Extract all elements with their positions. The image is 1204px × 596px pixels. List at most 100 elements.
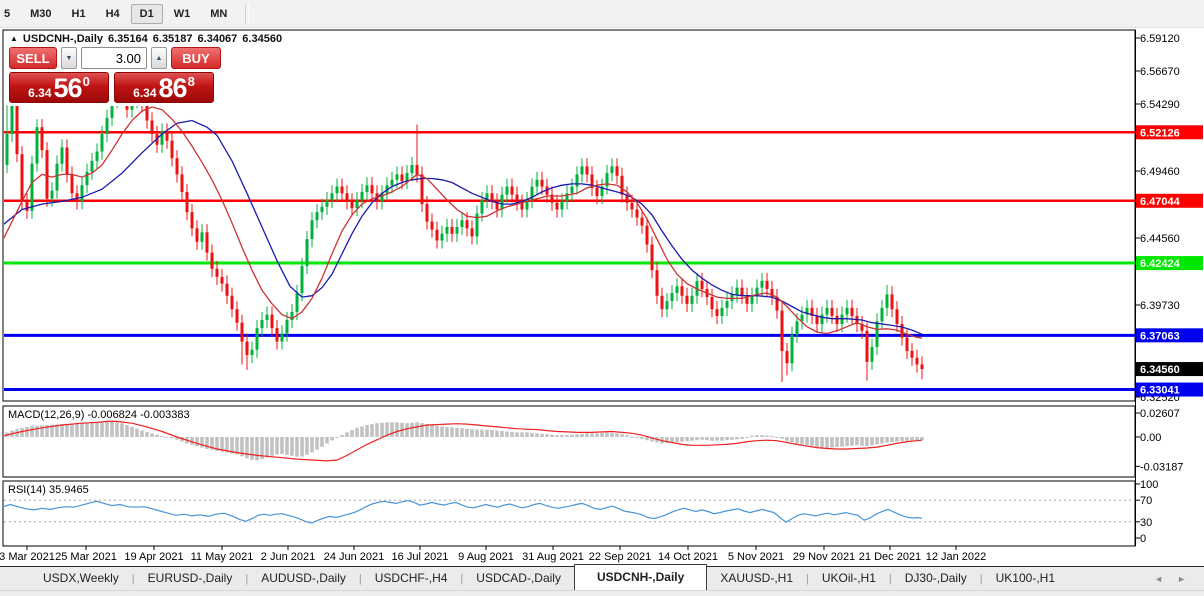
candle-body [560, 201, 564, 210]
buy-button[interactable]: BUY [171, 47, 221, 69]
tab-ukoil-h1[interactable]: UKOil-,H1 [809, 567, 889, 590]
candle-body [825, 307, 829, 315]
candle-body [400, 174, 404, 182]
candle-body [255, 328, 259, 350]
price-tick-label: 6.49460 [1140, 166, 1180, 178]
candle-body [415, 164, 419, 175]
volume-increase-button[interactable]: ▲ [151, 47, 167, 69]
candle-body [640, 217, 644, 226]
tab-uk100-h1[interactable]: UK100-,H1 [983, 567, 1068, 590]
candle-body [610, 166, 614, 174]
chart-window: 6.59120 6.56670 6.54290 6.49460 6.44560 6.397… [0, 28, 1204, 566]
candle-body [570, 186, 574, 194]
candle-body [710, 297, 714, 310]
candle-body [845, 307, 849, 315]
candle-body [480, 200, 484, 214]
timeframe-h4-button[interactable]: H4 [97, 4, 129, 24]
candle-body [630, 202, 634, 210]
volume-decrease-button[interactable]: ▼ [61, 47, 77, 69]
svg-text:30: 30 [1140, 517, 1152, 529]
candle-body [815, 315, 819, 325]
candle-body [660, 295, 664, 310]
timeframe-w1-button[interactable]: W1 [165, 4, 200, 24]
tab-eurusd-daily[interactable]: EURUSD-,Daily [135, 567, 246, 590]
candle-body [335, 186, 339, 194]
candle-body [95, 151, 99, 161]
date-label: 25 Mar 2021 [55, 551, 117, 563]
candle-body [760, 280, 764, 288]
candle-body [715, 309, 719, 316]
candle-body [830, 307, 834, 316]
ohlc-close: 6.34560 [242, 33, 283, 45]
buy-price-display[interactable]: 6.34 86 8 [114, 72, 214, 103]
timeframe-m30-button[interactable]: M30 [21, 4, 60, 24]
candle-body [305, 239, 309, 267]
candle-body [500, 194, 504, 210]
macd-label: MACD(12,26,9) -0.006824 -0.003383 [8, 409, 190, 421]
timeframe-mn-button[interactable]: MN [201, 4, 236, 24]
candle-body [405, 173, 409, 182]
candle-body [915, 357, 919, 365]
status-strip [0, 590, 1204, 596]
date-label: 2 Jun 2021 [261, 551, 315, 563]
candle-body [320, 206, 324, 213]
toolbar-separator [245, 3, 250, 24]
candle-body [220, 276, 224, 284]
candle-body [900, 324, 904, 338]
svg-text:6.47044: 6.47044 [1140, 196, 1181, 208]
svg-text:6.52126: 6.52126 [1140, 127, 1180, 139]
timeframe-5-button[interactable]: 5 [0, 4, 19, 24]
sell-button[interactable]: SELL [9, 47, 57, 69]
svg-text:70: 70 [1140, 495, 1152, 507]
candle-body [180, 174, 184, 192]
candle-body [460, 220, 464, 227]
tab-dj30-daily[interactable]: DJ30-,Daily [892, 567, 980, 590]
candle-body [880, 307, 884, 322]
candle-body [720, 307, 724, 316]
candle-body [165, 131, 169, 141]
tab-usdx-weekly[interactable]: USDX,Weekly [30, 567, 132, 590]
price-tick-label: 6.59120 [1140, 33, 1180, 45]
candle-body [35, 127, 39, 164]
candle-body [185, 191, 189, 213]
candle-body [250, 349, 254, 356]
volume-input[interactable] [81, 47, 147, 69]
candle-body [205, 232, 209, 253]
price-tick-label: 6.39730 [1140, 300, 1180, 312]
date-label: 22 Sep 2021 [589, 551, 651, 563]
chart-canvas[interactable]: 6.59120 6.56670 6.54290 6.49460 6.44560 6.397… [0, 28, 1204, 566]
candle-body [440, 233, 444, 241]
candle-body [690, 295, 694, 304]
candle-body [345, 193, 349, 202]
candle-body [785, 351, 789, 364]
sell-price-display[interactable]: 6.34 56 0 [9, 72, 109, 103]
candle-body [280, 333, 284, 342]
date-label: 5 Nov 2021 [728, 551, 784, 563]
price-level-label: 6.47044 [1136, 193, 1203, 208]
candle-body [360, 191, 364, 201]
buy-price-pip: 8 [187, 74, 195, 89]
candle-body [870, 346, 874, 362]
candle-body [390, 179, 394, 186]
timeframe-h1-button[interactable]: H1 [63, 4, 95, 24]
tab-usdcnh-daily[interactable]: USDCNH-,Daily [573, 564, 708, 590]
candle-body [370, 185, 374, 194]
candle-body [790, 334, 794, 364]
candle-body [150, 120, 154, 134]
svg-text:6.33041: 6.33041 [1140, 385, 1180, 397]
tab-xauusd-h1[interactable]: XAUUSD-,H1 [707, 567, 806, 590]
timeframe-d1-button[interactable]: D1 [130, 3, 163, 24]
candle-body [225, 283, 229, 296]
candle-body [620, 175, 624, 195]
tab-scroll-left-button[interactable]: ◄ [1154, 574, 1163, 584]
one-click-trading-panel: SELL ▼ ▲ BUY 6.34 56 0 6.34 86 8 [6, 44, 224, 106]
candle-body [665, 301, 669, 310]
candle-body [75, 193, 79, 202]
tab-usdcad-daily[interactable]: USDCAD-,Daily [463, 567, 574, 590]
tab-scroll-right-button[interactable]: ► [1177, 574, 1186, 584]
tab-usdchf-h4[interactable]: USDCHF-,H4 [362, 567, 461, 590]
svg-text:6.34560: 6.34560 [1140, 364, 1180, 376]
candle-body [725, 301, 729, 308]
collapse-panel-icon[interactable]: ▲ [10, 34, 18, 43]
tab-audusd-daily[interactable]: AUDUSD-,Daily [248, 567, 359, 590]
